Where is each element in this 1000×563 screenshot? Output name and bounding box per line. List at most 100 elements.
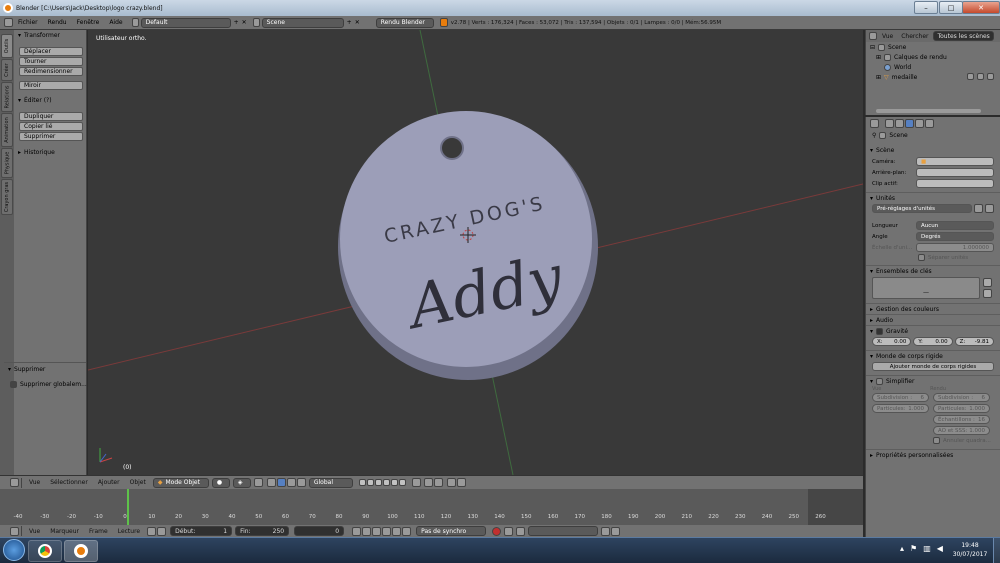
start-button-icon[interactable] (3, 539, 25, 561)
keying-set-icon[interactable] (504, 526, 514, 536)
rotate-manipulator-icon[interactable] (286, 478, 296, 487)
layer-icon[interactable] (253, 478, 263, 487)
start-frame-field[interactable]: Début: 1 (170, 526, 233, 536)
outliner-item-world[interactable]: World (866, 62, 1000, 72)
sync-mode-select[interactable]: Pas de synchro (416, 526, 487, 536)
minimize-button[interactable]: – (914, 1, 938, 14)
next-keyframe-icon[interactable] (392, 526, 402, 536)
cursor-select-icon[interactable] (977, 73, 984, 80)
color-management-panel-header[interactable]: ▸ Gestion des couleurs (866, 303, 1000, 314)
separate-units-row[interactable]: Séparer unités (866, 253, 1000, 262)
history-panel-header[interactable]: ▸ Historique (18, 149, 55, 156)
gravity-z-field[interactable]: Z: -9.81 (954, 337, 994, 346)
record-icon[interactable] (492, 526, 502, 536)
operator-panel-header[interactable]: ▾ Supprimer (8, 366, 45, 373)
units-preset-select[interactable]: Pré-réglages d'unités (872, 204, 972, 213)
editor-type-icon[interactable] (10, 526, 19, 536)
layer-button[interactable] (390, 479, 398, 486)
medallion-model[interactable] (338, 111, 598, 380)
snap-icon[interactable] (423, 478, 433, 487)
volume-icon[interactable]: ◀ (937, 544, 943, 553)
outliner[interactable]: Vue Chercher Toutes les scènes ⊟ Scene ⊞ C… (865, 30, 1000, 115)
checkbox[interactable] (933, 437, 940, 444)
outliner-item-render-layers[interactable]: ⊞ Calques de rendu (866, 52, 1000, 62)
show-desktop-button[interactable] (993, 538, 1000, 563)
outliner-scrollbar[interactable] (876, 109, 981, 113)
ao-sss-field[interactable]: AO et SSS: 1.000 (933, 426, 990, 435)
world-tab-icon[interactable] (915, 119, 924, 128)
tab-physics[interactable]: Physique (1, 148, 13, 178)
render-subdivision-field[interactable]: Subdivision :6 (933, 393, 990, 402)
key-icon[interactable] (516, 526, 526, 536)
network-icon[interactable]: ▥ (923, 544, 931, 553)
editor-type-icon[interactable] (4, 18, 13, 27)
gravity-x-field[interactable]: X: 0.00 (872, 337, 912, 346)
editor-type-icon[interactable] (10, 478, 19, 487)
scale-manipulator-icon[interactable] (296, 478, 306, 487)
menu-object[interactable]: Objet (125, 479, 151, 486)
menu-window[interactable]: Fenêtre (72, 19, 105, 26)
render-particles-field[interactable]: Particules: 1.000 (933, 404, 990, 413)
background-field[interactable] (916, 168, 994, 177)
simplify-panel-header[interactable]: ▾ Simplifier (866, 375, 1000, 386)
units-panel-header[interactable]: ▾ Unités (866, 192, 1000, 203)
maximize-button[interactable]: □ (939, 1, 963, 14)
delete-button[interactable]: Supprimer (19, 132, 83, 141)
snap-target-icon[interactable] (433, 478, 443, 487)
angle-select[interactable]: Degrés (916, 232, 994, 241)
remove-scene-icon[interactable]: ✕ (355, 19, 360, 26)
scene-tab-icon[interactable] (905, 119, 914, 128)
close-button[interactable]: ✕ (962, 1, 1000, 14)
3d-viewport[interactable]: CRAZY DOG'S Addy Utilisateur ortho. (0) (88, 30, 863, 475)
proportional-edit-icon[interactable] (411, 478, 421, 487)
keying-sets-panel-header[interactable]: ▾ Ensembles de clés (866, 265, 1000, 276)
camera-render-icon[interactable] (987, 73, 994, 80)
tab-create[interactable]: Créer (1, 59, 13, 81)
scene-select[interactable]: Scene (261, 17, 344, 28)
scale-field[interactable]: 1.000000 (916, 243, 994, 252)
play-icon[interactable] (382, 526, 392, 536)
manipulator-toggle-icon[interactable] (266, 478, 276, 487)
layer-button[interactable] (374, 479, 382, 486)
prev-keyframe-icon[interactable] (362, 526, 372, 536)
outliner-tab-search[interactable]: Chercher (898, 33, 931, 40)
rotate-button[interactable]: Tourner (19, 57, 83, 66)
timeline-menu-playback[interactable]: Lecture (113, 528, 145, 535)
clock-icon[interactable] (157, 526, 167, 536)
rigid-body-panel-header[interactable]: ▾ Monde de corps rigide (866, 350, 1000, 361)
mode-select[interactable]: ◆ Mode Objet (152, 477, 209, 488)
layer-buttons[interactable] (358, 479, 406, 486)
jump-end-icon[interactable] (402, 526, 412, 536)
render-tab-icon[interactable] (885, 119, 894, 128)
transform-panel-header[interactable]: ▾ Transformer (18, 32, 60, 39)
keying-set-field[interactable] (528, 526, 599, 536)
remove-layout-icon[interactable]: ✕ (242, 19, 247, 26)
duplicate-button[interactable]: Dupliquer (19, 112, 83, 121)
insert-keyframe-icon[interactable] (601, 526, 611, 536)
translate-manipulator-icon[interactable] (276, 478, 286, 487)
play-reverse-icon[interactable] (372, 526, 382, 536)
layer-button[interactable] (398, 479, 406, 486)
blender-taskbar-icon[interactable] (64, 540, 98, 562)
cull-row[interactable]: Annuler quadra... (866, 436, 1000, 445)
custom-properties-panel-header[interactable]: ▸ Propriétés personnalisées (866, 449, 1000, 460)
clock[interactable]: 19:48 30/07/2017 (950, 541, 990, 559)
outliner-tab-view[interactable]: Vue (879, 33, 896, 40)
gravity-checkbox[interactable] (876, 327, 884, 335)
jump-start-icon[interactable] (352, 526, 362, 536)
tab-tools[interactable]: Outils (1, 34, 13, 58)
delete-globally-option[interactable]: Supprimer globalem... (10, 381, 87, 388)
render-opengl-icon[interactable] (446, 478, 456, 487)
object-tab-icon[interactable] (925, 119, 934, 128)
remove-preset-icon[interactable] (985, 204, 994, 213)
audio-panel-header[interactable]: ▸ Audio (866, 314, 1000, 325)
layout-select[interactable]: Default (140, 17, 231, 28)
view-subdivision-field[interactable]: Subdivision :6 (872, 393, 929, 402)
pin-icon[interactable]: ⚲ (872, 132, 876, 139)
simplify-checkbox[interactable] (876, 377, 884, 385)
viewport-canvas[interactable]: CRAZY DOG'S Addy (88, 30, 863, 475)
samples-field[interactable]: Échantillons :16 (933, 415, 990, 424)
menu-select[interactable]: Sélectionner (45, 479, 93, 486)
menu-file[interactable]: Fichier (13, 19, 43, 26)
outliner-item-medaille[interactable]: ⊞ ▽ medaille (866, 72, 1000, 82)
